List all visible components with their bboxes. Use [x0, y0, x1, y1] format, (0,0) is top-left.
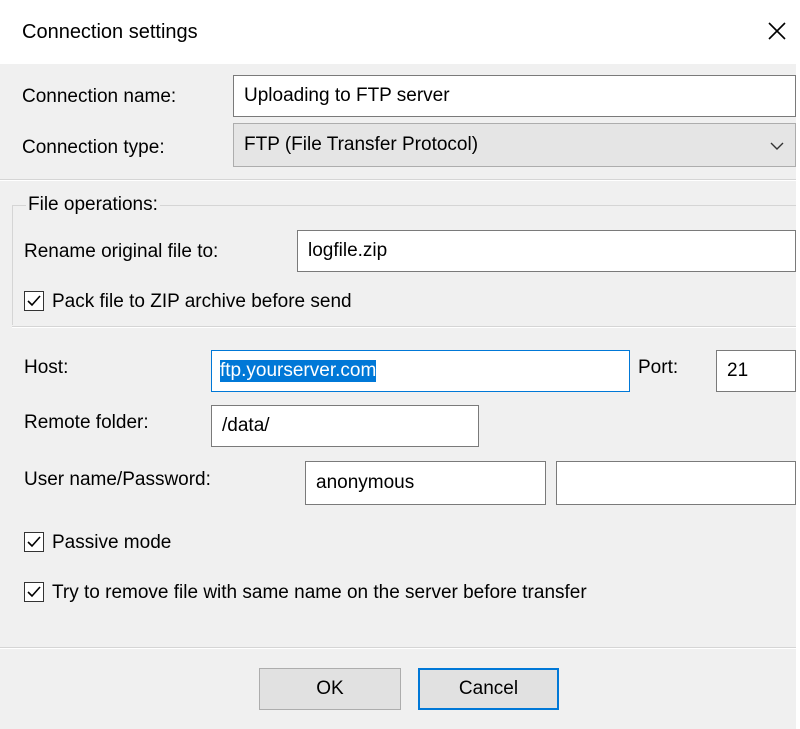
remote-folder-input[interactable]: /data/ — [211, 405, 479, 447]
checkmark-icon — [27, 536, 41, 548]
remote-folder-value: /data/ — [222, 415, 270, 436]
remove-existing-label: Try to remove file with same name on the… — [52, 582, 587, 603]
connection-name-input[interactable]: Uploading to FTP server — [233, 75, 796, 117]
port-input[interactable]: 21 — [716, 350, 796, 392]
ok-button[interactable]: OK — [259, 668, 401, 710]
port-label: Port: — [638, 357, 679, 378]
close-button[interactable] — [754, 6, 800, 56]
connection-name-value: Uploading to FTP server — [244, 85, 450, 106]
separator-highlight — [0, 180, 796, 181]
host-label: Host: — [24, 357, 69, 378]
remove-existing-checkbox[interactable] — [24, 582, 44, 602]
username-value: anonymous — [316, 472, 415, 493]
checkmark-icon — [27, 586, 41, 598]
host-input[interactable]: ftp.yourserver.com — [211, 350, 630, 392]
pack-zip-checkbox[interactable] — [24, 291, 44, 311]
password-input[interactable] — [556, 461, 796, 505]
host-value: ftp.yourserver.com — [220, 360, 377, 382]
chevron-down-icon — [770, 142, 784, 150]
passive-mode-checkbox[interactable] — [24, 532, 44, 552]
dialog-title: Connection settings — [22, 21, 198, 43]
connection-type-select[interactable]: FTP (File Transfer Protocol) — [233, 123, 796, 167]
checkmark-icon — [27, 295, 41, 307]
separator-highlight — [12, 327, 796, 328]
rename-input[interactable]: logfile.zip — [297, 230, 796, 272]
file-operations-label: File operations: — [26, 194, 160, 216]
window-edge — [796, 64, 800, 729]
title-bar: Connection settings — [0, 0, 800, 64]
connection-type-value: FTP (File Transfer Protocol) — [244, 134, 479, 155]
pack-zip-label: Pack file to ZIP archive before send — [52, 291, 352, 312]
credentials-label: User name/Password: — [24, 469, 211, 490]
close-icon — [768, 22, 786, 40]
rename-label: Rename original file to: — [24, 241, 219, 262]
cancel-button[interactable]: Cancel — [418, 668, 559, 710]
remote-folder-label: Remote folder: — [24, 412, 149, 433]
connection-type-label: Connection type: — [22, 137, 165, 158]
rename-value: logfile.zip — [308, 240, 388, 261]
separator-highlight — [0, 648, 796, 649]
connection-name-label: Connection name: — [22, 86, 177, 107]
passive-mode-label: Passive mode — [52, 532, 172, 553]
port-value: 21 — [727, 360, 749, 381]
username-input[interactable]: anonymous — [305, 461, 546, 505]
